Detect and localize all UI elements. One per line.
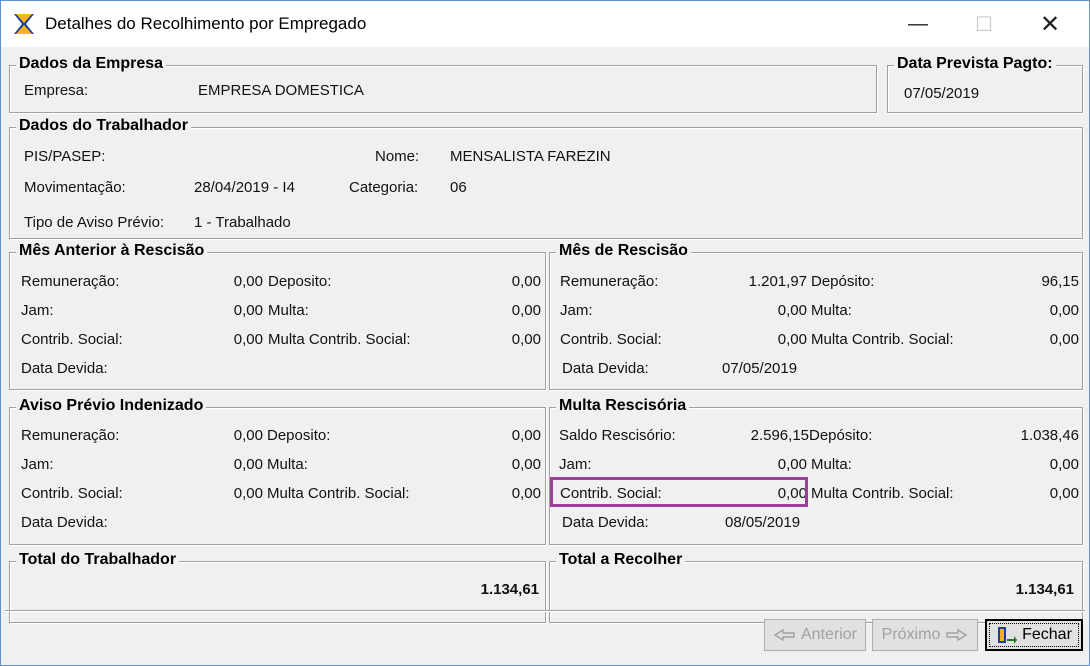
- multa-contrib-social-label: Multa Contrib. Social:: [811, 485, 954, 502]
- multa-contrib-social-value: 0,00: [1049, 485, 1079, 502]
- dialog-window: Detalhes do Recolhimento por Empregado —…: [0, 0, 1090, 666]
- nome-value: MENSALISTA FAREZIN: [450, 148, 611, 165]
- remuneracao-value: 1.201,97: [748, 273, 807, 290]
- anterior-button[interactable]: Anterior: [764, 619, 866, 651]
- fechar-label: Fechar: [1022, 626, 1072, 643]
- group-data-prevista: Data Prevista Pagto: 07/05/2019: [887, 55, 1083, 113]
- saldo-rescisorio-value: 2.596,15: [750, 427, 809, 444]
- window-title: Detalhes do Recolhimento por Empregado: [45, 14, 367, 33]
- group-legend: Data Prevista Pagto:: [894, 55, 1056, 73]
- title-bar[interactable]: Detalhes do Recolhimento por Empregado —…: [1, 1, 1089, 47]
- contrib-social-value: 0,00: [233, 485, 263, 502]
- pis-label: PIS/PASEP:: [24, 148, 106, 165]
- remuneracao-value: 0,00: [233, 273, 263, 290]
- highlight-box: [550, 477, 808, 507]
- empresa-label: Empresa:: [24, 82, 89, 99]
- proximo-button[interactable]: Próximo: [872, 619, 978, 651]
- multa-label: Multa:: [267, 456, 308, 473]
- multa-contrib-social-value: 0,00: [511, 485, 541, 502]
- remuneracao-label: Remuneração:: [560, 273, 659, 290]
- multa-value: 0,00: [511, 456, 541, 473]
- deposito-label: Depósito:: [811, 273, 875, 290]
- fechar-button[interactable]: Fechar: [985, 619, 1083, 651]
- app-logo-icon: [14, 14, 34, 34]
- jam-value: 0,00: [233, 456, 263, 473]
- total-trabalhador-value: 1.134,61: [480, 581, 539, 598]
- jam-value: 0,00: [777, 302, 807, 319]
- categoria-value: 06: [450, 179, 467, 196]
- multa-label: Multa:: [268, 302, 309, 319]
- group-legend: Total do Trabalhador: [16, 551, 180, 569]
- group-legend: Dados do Trabalhador: [16, 117, 191, 135]
- jam-label: Jam:: [21, 456, 54, 473]
- maximize-button[interactable]: ☐: [951, 1, 1017, 47]
- remuneracao-label: Remuneração:: [21, 273, 120, 290]
- group-mes-rescisao: Mês de Rescisão Remuneração: 1.201,97 De…: [549, 242, 1083, 390]
- nome-label: Nome:: [375, 148, 420, 165]
- multa-contrib-social-label: Multa Contrib. Social:: [811, 331, 954, 348]
- minimize-button[interactable]: —: [885, 1, 951, 47]
- group-dados-empresa: Dados da Empresa Empresa: EMPRESA DOMEST…: [9, 55, 877, 113]
- deposito-label: Deposito:: [267, 427, 331, 444]
- deposito-value: 1.038,46: [1020, 427, 1079, 444]
- data-devida-label: Data Devida:: [562, 514, 649, 531]
- jam-value: 0,00: [777, 456, 807, 473]
- jam-label: Jam:: [559, 456, 592, 473]
- multa-label: Multa:: [811, 456, 852, 473]
- tipo-aviso-value: 1 - Trabalhado: [194, 214, 291, 231]
- group-dados-trabalhador: Dados do Trabalhador PIS/PASEP: Nome: ME…: [9, 117, 1083, 239]
- total-recolher-value: 1.134,61: [1015, 581, 1074, 598]
- proximo-label: Próximo: [881, 626, 941, 643]
- multa-contrib-social-value: 0,00: [1049, 331, 1079, 348]
- saldo-rescisorio-label: Saldo Rescisório:: [559, 427, 676, 444]
- hand-pointing-right-icon: [946, 628, 968, 642]
- group-legend: Total a Recolher: [556, 551, 686, 569]
- hand-pointing-left-icon: [773, 628, 795, 642]
- remuneracao-value: 0,00: [233, 427, 263, 444]
- contrib-social-label: Contrib. Social:: [560, 331, 662, 348]
- movimentacao-label: Movimentação:: [24, 179, 126, 196]
- exit-door-icon: [998, 627, 1018, 644]
- data-prevista-value: 07/05/2019: [904, 85, 980, 102]
- anterior-label: Anterior: [800, 626, 858, 643]
- tipo-aviso-label: Tipo de Aviso Prévio:: [24, 214, 165, 231]
- multa-contrib-social-value: 0,00: [511, 331, 541, 348]
- multa-contrib-social-label: Multa Contrib. Social:: [268, 331, 411, 348]
- deposito-value: 0,00: [511, 427, 541, 444]
- contrib-social-label: Contrib. Social:: [21, 331, 123, 348]
- deposito-label: Deposito:: [268, 273, 332, 290]
- data-devida-value: 07/05/2019: [722, 360, 798, 377]
- group-legend: Multa Rescisória: [556, 397, 690, 415]
- data-devida-label: Data Devida:: [21, 360, 108, 377]
- remuneracao-label: Remuneração:: [21, 427, 120, 444]
- multa-label: Multa:: [811, 302, 852, 319]
- group-legend: Mês de Rescisão: [556, 242, 691, 260]
- deposito-value: 96,15: [1041, 273, 1079, 290]
- jam-label: Jam:: [21, 302, 54, 319]
- close-button[interactable]: ✕: [1017, 1, 1083, 47]
- deposito-label: Depósito:: [809, 427, 873, 444]
- data-devida-label: Data Devida:: [562, 360, 649, 377]
- contrib-social-label: Contrib. Social:: [21, 485, 123, 502]
- group-legend: Dados da Empresa: [16, 55, 167, 73]
- group-mes-anterior: Mês Anterior à Rescisão Remuneração: 0,0…: [9, 242, 546, 390]
- data-devida-label: Data Devida:: [21, 514, 108, 531]
- multa-value: 0,00: [1049, 302, 1079, 319]
- categoria-label: Categoria:: [349, 179, 419, 196]
- empresa-value: EMPRESA DOMESTICA: [198, 82, 364, 99]
- contrib-social-value: 0,00: [233, 331, 263, 348]
- group-aviso-indenizado: Aviso Prévio Indenizado Remuneração: 0,0…: [9, 397, 546, 545]
- contrib-social-value: 0,00: [777, 331, 807, 348]
- group-multa-rescisoria: Multa Rescisória Saldo Rescisório: 2.596…: [549, 397, 1083, 545]
- data-devida-value: 08/05/2019: [725, 514, 801, 531]
- multa-contrib-social-label: Multa Contrib. Social:: [267, 485, 410, 502]
- jam-label: Jam:: [560, 302, 593, 319]
- deposito-value: 0,00: [511, 273, 541, 290]
- movimentacao-value: 28/04/2019 - I4: [194, 179, 295, 196]
- multa-value: 0,00: [1049, 456, 1079, 473]
- multa-value: 0,00: [511, 302, 541, 319]
- jam-value: 0,00: [233, 302, 263, 319]
- group-legend: Aviso Prévio Indenizado: [16, 397, 207, 415]
- group-legend: Mês Anterior à Rescisão: [16, 242, 208, 260]
